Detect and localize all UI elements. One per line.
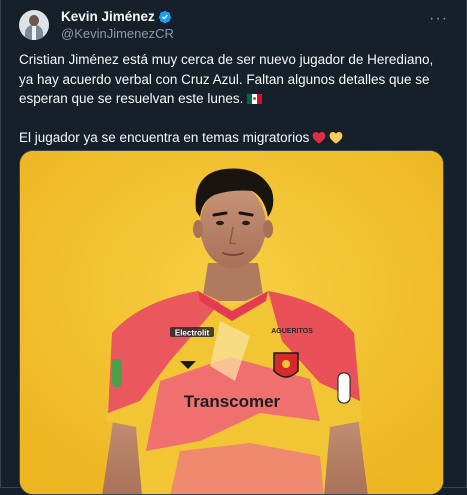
red-heart-icon: [312, 131, 326, 144]
author-handle[interactable]: @KevinJimenezCR: [61, 25, 174, 42]
mexico-flag-icon: [247, 94, 263, 104]
jersey-main-sponsor: Transcomer: [184, 392, 281, 411]
author-avatar[interactable]: [19, 10, 49, 40]
jersey-sponsor-electrolit: Electrolit: [175, 329, 210, 338]
player-photo: Electrolit AGUERITOS Transcomer: [20, 151, 443, 494]
jersey-sponsor-right: AGUERITOS: [271, 328, 313, 335]
tweet-paragraph-2: El jugador ya se encuentra en temas migr…: [19, 128, 451, 148]
more-options-icon[interactable]: ···: [429, 10, 448, 28]
tweet-card: Kevin Jiménez @KevinJimenezCR ··· Cristi…: [0, 0, 467, 495]
author-names: Kevin Jiménez @KevinJimenezCR: [61, 8, 174, 42]
verified-badge-icon: [158, 10, 171, 23]
author-display-name[interactable]: Kevin Jiménez: [61, 8, 155, 25]
tweet-media-image[interactable]: Electrolit AGUERITOS Transcomer: [19, 150, 444, 495]
tweet-text: Cristian Jiménez está muy cerca de ser n…: [19, 50, 451, 147]
tweet-paragraph-2-text: El jugador ya se encuentra en temas migr…: [19, 129, 310, 145]
yellow-heart-icon: [329, 131, 343, 144]
tweet-paragraph-1: Cristian Jiménez está muy cerca de ser n…: [19, 50, 451, 109]
tweet-header: Kevin Jiménez @KevinJimenezCR ···: [19, 8, 454, 42]
tweet-paragraph-1-text: Cristian Jiménez está muy cerca de ser n…: [19, 52, 434, 106]
